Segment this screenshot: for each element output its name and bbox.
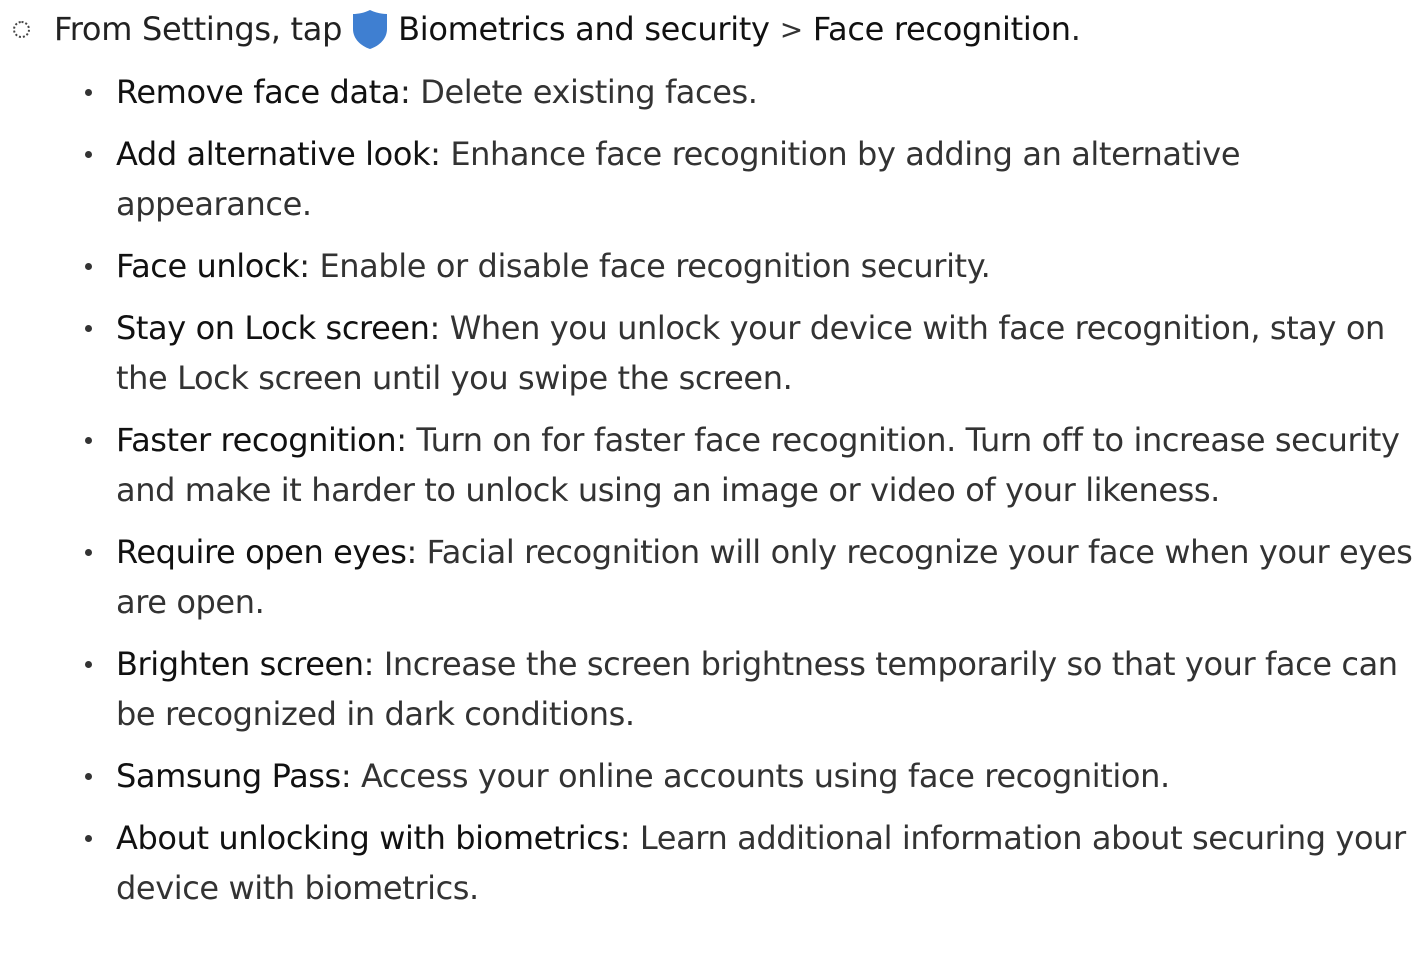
option-separator: : bbox=[363, 645, 384, 683]
option-term: Faster recognition bbox=[116, 421, 397, 459]
shield-icon bbox=[348, 7, 392, 51]
option-term: Brighten screen bbox=[116, 645, 364, 683]
option-term: Face unlock bbox=[116, 247, 300, 285]
list-item: Samsung Pass: Access your online account… bbox=[0, 751, 1427, 801]
option-term: About unlocking with biometrics bbox=[116, 819, 620, 857]
settings-menu-item: Biometrics and security bbox=[398, 10, 770, 48]
option-list: Remove face data: Delete existing faces.… bbox=[0, 67, 1427, 925]
option-description: Delete existing faces. bbox=[420, 73, 758, 111]
option-term: Require open eyes bbox=[116, 533, 407, 571]
option-term: Samsung Pass bbox=[116, 757, 341, 795]
list-item: Brighten screen: Increase the screen bri… bbox=[0, 639, 1427, 739]
list-item: Face unlock: Enable or disable face reco… bbox=[0, 241, 1427, 291]
list-item: Faster recognition: Turn on for faster f… bbox=[0, 415, 1427, 515]
help-page: From Settings, tap Biometrics and securi… bbox=[0, 0, 1427, 958]
option-description: Enable or disable face recognition secur… bbox=[319, 247, 991, 285]
option-separator: : bbox=[619, 819, 640, 857]
list-item: Remove face data: Delete existing faces. bbox=[0, 67, 1427, 117]
option-separator: : bbox=[400, 73, 421, 111]
step-suffix: . bbox=[1070, 10, 1081, 48]
option-separator: : bbox=[429, 309, 450, 347]
option-term: Stay on Lock screen bbox=[116, 309, 430, 347]
option-term: Add alternative look bbox=[116, 135, 431, 173]
option-separator: : bbox=[340, 757, 361, 795]
list-item: Require open eyes: Facial recognition wi… bbox=[0, 527, 1427, 627]
step-marker-icon bbox=[13, 20, 30, 38]
chevron-right-icon: > bbox=[779, 12, 803, 46]
option-separator: : bbox=[430, 135, 451, 173]
option-description: Access your online accounts using face r… bbox=[360, 757, 1170, 795]
settings-submenu-item: Face recognition bbox=[812, 10, 1071, 48]
option-separator: : bbox=[396, 421, 417, 459]
option-term: Remove face data bbox=[116, 73, 401, 111]
list-item: About unlocking with biometrics: Learn a… bbox=[0, 813, 1427, 913]
option-separator: : bbox=[299, 247, 320, 285]
list-item: Stay on Lock screen: When you unlock you… bbox=[0, 303, 1427, 403]
shield-icon-shape bbox=[353, 10, 388, 49]
step-prefix: From Settings, tap bbox=[54, 10, 343, 48]
option-separator: : bbox=[406, 533, 427, 571]
list-item: Add alternative look: Enhance face recog… bbox=[0, 129, 1427, 229]
instruction-step: From Settings, tap Biometrics and securi… bbox=[0, 6, 1081, 52]
